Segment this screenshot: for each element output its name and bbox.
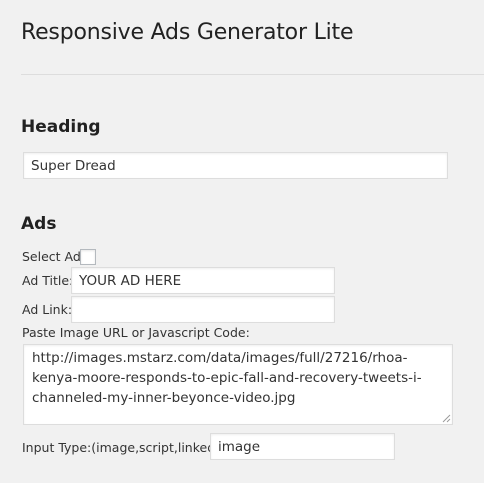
settings-page: Responsive Ads Generator Lite Heading Ad… xyxy=(0,0,484,483)
select-ad-checkbox[interactable] xyxy=(80,249,96,265)
resize-grip-icon[interactable] xyxy=(442,414,451,423)
ad-title-label: Ad Title: xyxy=(22,273,74,288)
ad-link-label: Ad Link: xyxy=(22,302,73,317)
input-type-label: Input Type:(image,script,linked) xyxy=(22,440,221,455)
ad-link-input[interactable] xyxy=(71,296,335,323)
page-title: Responsive Ads Generator Lite xyxy=(21,20,354,45)
heading-input[interactable] xyxy=(23,152,448,179)
title-divider xyxy=(21,74,484,75)
select-ad-label: Select Ad: xyxy=(22,249,86,264)
ads-section-title: Ads xyxy=(21,214,57,234)
image-code-textarea[interactable]: http://images.mstarz.com/data/images/ful… xyxy=(23,344,453,425)
heading-section-title: Heading xyxy=(21,117,101,137)
input-type-input[interactable] xyxy=(210,433,395,460)
ad-title-input[interactable] xyxy=(71,267,335,294)
image-code-label: Paste Image URL or Javascript Code: xyxy=(22,325,250,340)
